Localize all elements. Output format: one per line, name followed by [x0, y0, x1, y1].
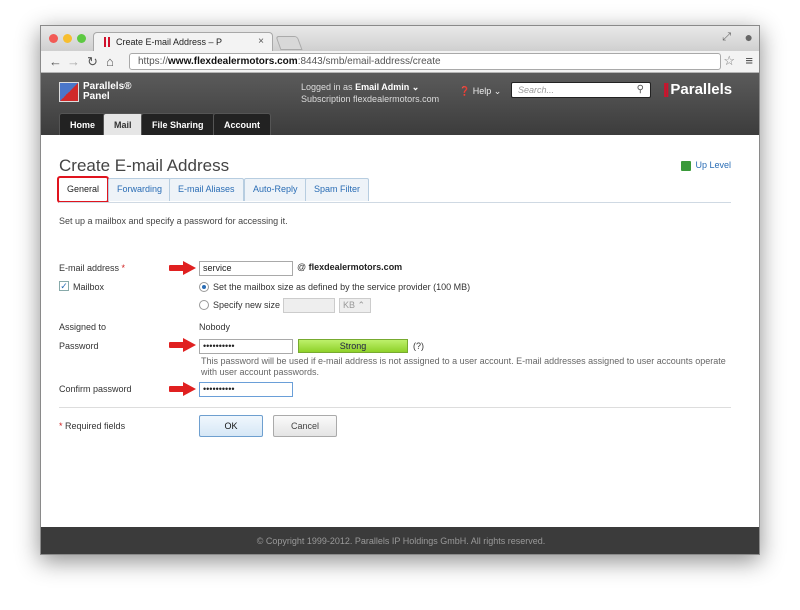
form-divider — [59, 407, 731, 408]
fullscreen-icon[interactable]: ⤢ — [722, 31, 731, 44]
required-fields-note: * Required fields — [59, 421, 126, 431]
help-label: Help ⌄ — [472, 86, 502, 96]
required-star: * — [121, 263, 126, 273]
logo-line-2: Panel — [83, 91, 110, 102]
footer-copyright: © Copyright 1999-2012. Parallels IP Hold… — [41, 527, 759, 554]
parallels-brand-logo: || Parallels — [663, 81, 732, 98]
url-host: www.flexdealermotors.com — [168, 56, 298, 67]
mailbox-checkbox[interactable]: ✓ — [59, 281, 69, 291]
confirm-password-input[interactable]: •••••••••• — [199, 382, 293, 397]
brand-bars-icon: || — [663, 81, 670, 98]
browser-titlebar: Create E-mail Address – P × ⤢ ● — [41, 26, 759, 51]
mailbox-size-input[interactable] — [283, 298, 335, 313]
form-intro-text: Set up a mailbox and specify a password … — [59, 216, 288, 226]
bookmark-star-icon[interactable]: ☆ — [723, 53, 735, 69]
search-input[interactable]: Search... ⚲ — [511, 82, 651, 98]
annotation-arrow-icon — [169, 382, 197, 396]
address-bar[interactable]: https://www.flexdealermotors.com:8443/sm… — [129, 53, 721, 70]
close-tab-icon[interactable]: × — [258, 36, 264, 47]
confirm-password-label: Confirm password — [59, 384, 132, 394]
nav-tab-file-sharing[interactable]: File Sharing — [141, 113, 215, 135]
logged-in-prefix: Logged in as — [301, 82, 353, 92]
annotation-arrow-icon — [169, 261, 197, 275]
mailbox-size-custom-label: Specify new size — [213, 300, 281, 310]
session-info: Logged in as Email Admin ⌄ Subscription … — [301, 81, 439, 105]
browser-window: Create E-mail Address – P × ⤢ ● ← → ↻ ⌂ … — [40, 25, 760, 555]
password-input[interactable]: •••••••••• — [199, 339, 293, 354]
browser-toolbar: ← → ↻ ⌂ https://www.flexdealermotors.com… — [41, 51, 759, 73]
assigned-to-value: Nobody — [199, 322, 231, 332]
page-content: Create E-mail Address Up Level General F… — [41, 135, 759, 527]
nav-tab-home[interactable]: Home — [59, 113, 107, 135]
mailbox-size-default-radio[interactable] — [199, 282, 209, 292]
mailbox-label: Mailbox — [73, 282, 105, 292]
tab-email-aliases[interactable]: E-mail Aliases — [169, 178, 244, 201]
up-level-label: Up Level — [695, 160, 731, 170]
password-label: Password — [59, 341, 99, 351]
page-title: Create E-mail Address — [59, 156, 230, 175]
browser-tab-active[interactable]: Create E-mail Address – P × — [93, 32, 273, 51]
email-address-label: E-mail address * — [59, 263, 126, 273]
parallels-favicon-icon — [104, 37, 110, 47]
back-icon[interactable]: ← — [49, 54, 62, 69]
minimize-window-button[interactable] — [63, 34, 72, 43]
reload-icon[interactable]: ↻ — [87, 54, 98, 70]
tab-general[interactable]: General — [57, 176, 110, 203]
up-level-icon — [681, 160, 692, 171]
up-level-link[interactable]: Up Level — [681, 160, 731, 171]
assigned-to-label: Assigned to — [59, 322, 107, 332]
mailbox-size-custom-radio[interactable] — [199, 300, 209, 310]
password-strength-meter: Strong — [298, 339, 408, 353]
email-domain: @ flexdealermotors.com — [297, 262, 403, 272]
subscription-value[interactable]: flexdealermotors.com — [353, 94, 439, 104]
panel-header: Parallels® Panel Logged in as Email Admi… — [41, 73, 759, 135]
parallels-panel-logo[interactable]: Parallels® Panel — [59, 82, 132, 104]
nav-tab-account[interactable]: Account — [213, 113, 271, 135]
search-icon[interactable]: ⚲ — [637, 83, 644, 97]
password-strength-text: Strong — [339, 341, 367, 351]
password-help-link[interactable]: (?) — [413, 341, 424, 351]
nav-tab-mail[interactable]: Mail — [103, 113, 143, 135]
help-icon: ❓ — [459, 86, 471, 96]
tab-auto-reply[interactable]: Auto-Reply — [244, 178, 307, 201]
help-menu[interactable]: ❓ Help ⌄ — [459, 86, 501, 97]
tabs-divider — [59, 202, 731, 203]
panel-logo-icon — [59, 82, 79, 102]
annotation-arrow-icon — [169, 338, 197, 352]
mailbox-size-unit-select[interactable]: KB ⌃ — [339, 298, 371, 313]
browser-menu-icon[interactable]: ≡ — [745, 53, 753, 68]
search-placeholder: Search... — [518, 85, 555, 95]
brand-name: Parallels — [670, 81, 733, 98]
user-menu[interactable]: Email Admin ⌄ — [355, 82, 419, 92]
subscription-prefix: Subscription — [301, 94, 351, 104]
ok-button[interactable]: OK — [199, 415, 263, 437]
browser-tab-title: Create E-mail Address – P — [116, 37, 223, 47]
zoom-window-button[interactable] — [77, 34, 86, 43]
close-window-button[interactable] — [49, 34, 58, 43]
forward-icon[interactable]: → — [67, 54, 80, 69]
password-note: This password will be used if e-mail add… — [201, 356, 726, 377]
url-scheme: https:// — [138, 56, 169, 67]
incognito-icon: ● — [744, 29, 753, 45]
tab-forwarding[interactable]: Forwarding — [108, 178, 172, 201]
home-icon[interactable]: ⌂ — [106, 54, 114, 69]
mailbox-size-default-label: Set the mailbox size as defined by the s… — [213, 282, 471, 292]
url-path: :8443/smb/email-address/create — [297, 56, 441, 67]
email-address-input[interactable]: service — [199, 261, 293, 276]
new-tab-button[interactable] — [275, 36, 303, 50]
tab-spam-filter[interactable]: Spam Filter — [305, 178, 370, 201]
cancel-button[interactable]: Cancel — [273, 415, 337, 437]
